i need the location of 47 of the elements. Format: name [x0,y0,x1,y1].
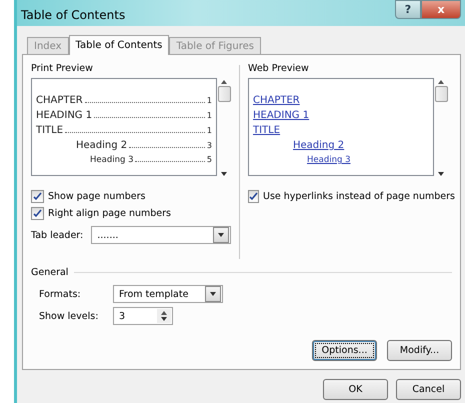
down-arrow-icon[interactable] [161,317,167,321]
checkbox[interactable] [31,207,44,220]
help-button[interactable]: ? [395,0,421,19]
dialog-button[interactable]: OK [323,379,388,400]
toc-entry: CHAPTER [36,95,83,106]
checkbox-label[interactable]: Right align page numbers [48,208,171,219]
field-label: Show levels: [39,310,100,322]
tab-leader-dropdown[interactable]: ....... [91,226,231,244]
up-arrow-icon[interactable] [438,80,444,84]
scrollbar-thumb[interactable] [218,86,230,102]
toc-link[interactable]: CHAPTER [253,95,300,106]
page-number: 1 [206,96,212,105]
panel-button[interactable]: Modify... [387,340,452,361]
down-arrow-icon[interactable] [218,233,224,237]
dialog-button[interactable]: Cancel [396,379,461,400]
up-arrow-icon[interactable] [221,80,227,84]
window-title: Table of Contents [21,8,126,22]
page-number: 3 [206,141,212,150]
down-arrow-icon[interactable] [438,172,444,176]
page-number: 1 [206,111,212,120]
toc-link[interactable]: TITLE [253,125,280,136]
toc-entry: HEADING 1 [36,110,92,121]
toc-link[interactable]: HEADING 1 [253,110,310,121]
scrollbar-thumb[interactable] [434,86,448,102]
field-label: Formats: [39,288,82,300]
toc-entry: Heading 2 [76,140,128,151]
down-arrow-icon[interactable] [221,172,227,176]
toc-link[interactable]: Heading 2 [253,140,344,151]
up-arrow-icon[interactable] [161,311,167,315]
section-label: General [31,267,68,278]
toc-link[interactable]: Heading 3 [253,155,350,165]
formats-dropdown[interactable]: From template [113,285,223,303]
toc-entry: TITLE [36,125,64,136]
checkbox[interactable] [248,190,259,203]
toc-entry: Heading 3 [90,155,134,165]
checkbox-label[interactable]: Use hyperlinks instead of page numbers [263,191,455,202]
section-label: Web Preview [248,63,310,74]
section-label: Print Preview [31,63,94,74]
down-arrow-icon[interactable] [210,292,216,296]
checkbox-label[interactable]: Show page numbers [48,191,146,202]
page-number: 5 [206,155,212,164]
page-number: 1 [206,126,212,135]
panel-button[interactable]: Options... [312,340,377,361]
checkbox[interactable] [31,190,44,203]
tab[interactable]: Table of Contents [68,35,170,55]
field-label: Tab leader: [31,230,84,240]
levels-spinbox[interactable]: 3 [113,307,173,325]
